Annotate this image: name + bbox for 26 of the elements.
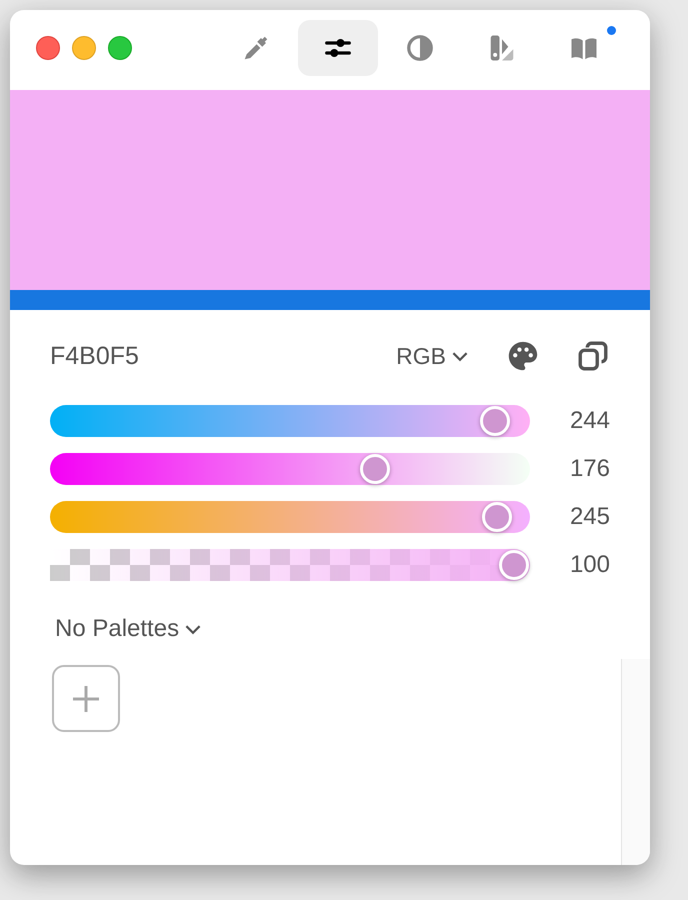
chevron-icon [185, 624, 202, 634]
slider-track[interactable] [50, 405, 530, 437]
slider-thumb[interactable] [360, 454, 390, 484]
copy-icon[interactable] [576, 339, 610, 373]
palette-icon[interactable] [506, 339, 540, 373]
contrast-icon [405, 33, 435, 63]
mode-dropdown[interactable]: RGB [396, 342, 468, 370]
channel-value[interactable]: 100 [530, 551, 610, 579]
channel-value[interactable]: 176 [530, 455, 610, 483]
chevron-icon [452, 350, 468, 362]
zoom-button[interactable] [108, 36, 132, 60]
plus-icon [71, 684, 101, 714]
minimize-button[interactable] [72, 36, 96, 60]
hex-value[interactable]: F4B0F5 [50, 342, 396, 370]
close-button[interactable] [36, 36, 60, 60]
slider-track[interactable] [50, 501, 530, 533]
slider-track[interactable] [50, 549, 530, 581]
slider-thumb[interactable] [482, 502, 512, 532]
slider-thumb[interactable] [499, 550, 529, 580]
slider-thumb[interactable] [480, 406, 510, 436]
channel-value[interactable]: 244 [530, 407, 610, 435]
channel-value[interactable]: 245 [530, 503, 610, 531]
add-palette-button[interactable] [52, 665, 120, 732]
toolbar-tab[interactable] [298, 20, 378, 76]
slider-track[interactable] [50, 453, 530, 485]
palettes-dropdown[interactable]: No Palettes [55, 615, 202, 643]
